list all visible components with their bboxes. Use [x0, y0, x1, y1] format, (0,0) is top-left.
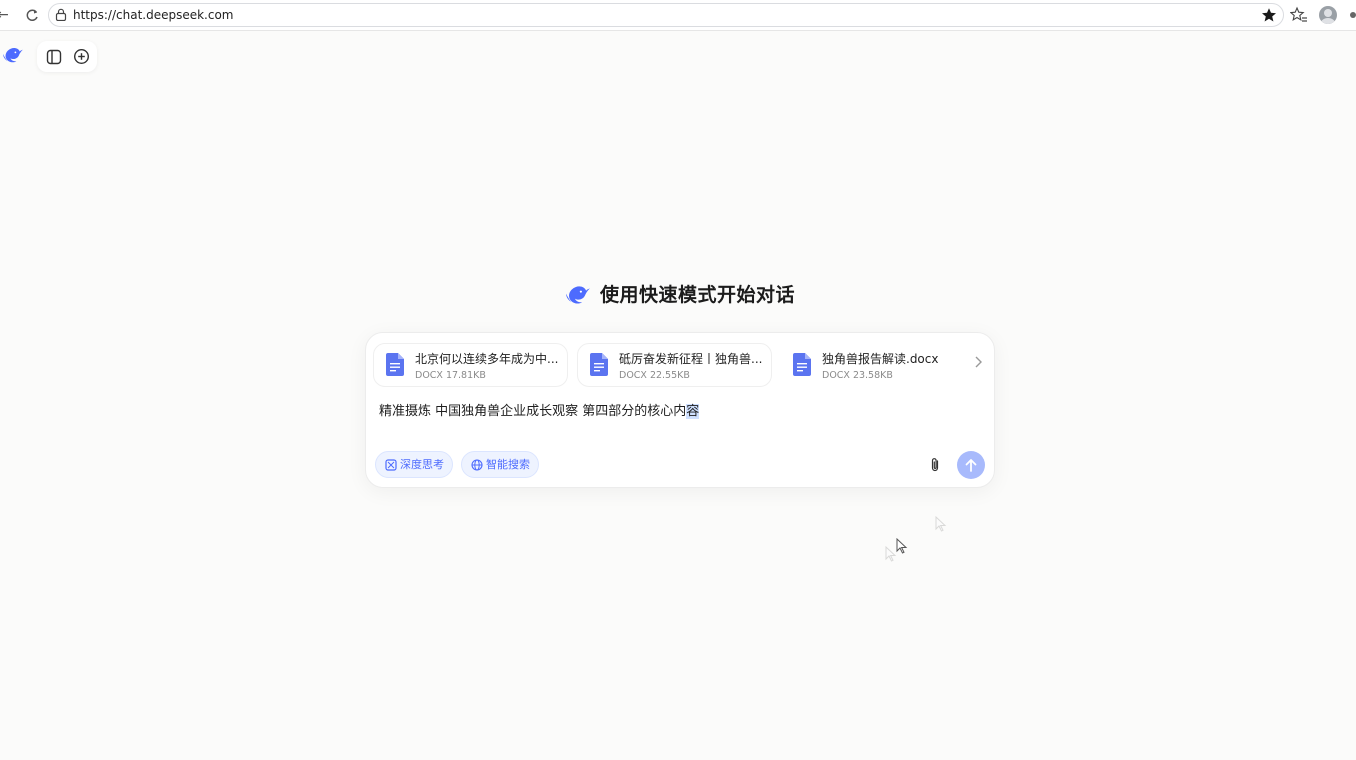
- browser-menu-icon[interactable]: [1350, 12, 1356, 18]
- lock-icon[interactable]: [55, 8, 67, 21]
- attachment-name: 砥厉奋发新征程丨独角兽...: [619, 352, 763, 366]
- docx-file-icon: [590, 353, 608, 376]
- chat-composer: 北京何以连续多年成为中... DOCX 17.81KB 砥厉奋发新征程丨独角兽.…: [365, 332, 995, 488]
- deep-think-label: 深度思考: [400, 458, 444, 471]
- reading-list-icon[interactable]: [1290, 6, 1308, 24]
- back-icon[interactable]: ←: [0, 8, 9, 22]
- web-search-label: 智能搜索: [486, 458, 530, 471]
- welcome-heading: 使用快速模式开始对话: [0, 280, 1356, 310]
- attachment-name: 独角兽报告解读.docx: [822, 352, 939, 366]
- send-button[interactable]: [957, 451, 985, 479]
- docx-file-icon: [386, 353, 404, 376]
- attachment-card[interactable]: 独角兽报告解读.docx DOCX 23.58KB: [780, 343, 975, 387]
- chevron-right-icon[interactable]: [972, 355, 984, 369]
- mouse-cursor-icon: [896, 538, 908, 554]
- prompt-text: 精准摄炼 中国独角兽企业成长观察 第四部分的核心内: [379, 404, 687, 419]
- profile-avatar[interactable]: [1319, 6, 1337, 24]
- page-title: 使用快速模式开始对话: [600, 284, 796, 306]
- web-search-button[interactable]: 智能搜索: [461, 451, 539, 478]
- sidebar-toggle-icon[interactable]: [46, 49, 62, 65]
- mouse-cursor-icon: [935, 516, 947, 532]
- new-chat-icon[interactable]: [73, 48, 90, 65]
- paperclip-icon[interactable]: [929, 457, 941, 473]
- deep-think-icon: [385, 459, 397, 471]
- bookmark-star-icon[interactable]: [1261, 7, 1277, 23]
- globe-icon: [471, 459, 483, 471]
- attachment-meta: DOCX 23.58KB: [822, 370, 893, 381]
- browser-toolbar: ← https://chat.deepseek.com: [0, 0, 1356, 31]
- attachment-name: 北京何以连续多年成为中...: [415, 352, 559, 366]
- mouse-cursor-icon: [885, 546, 897, 562]
- deepseek-whale-icon[interactable]: [2, 46, 24, 66]
- deep-think-button[interactable]: 深度思考: [375, 451, 453, 478]
- attachment-meta: DOCX 17.81KB: [415, 370, 486, 381]
- reload-icon[interactable]: [24, 7, 40, 23]
- docx-file-icon: [793, 353, 811, 376]
- deepseek-whale-icon: [566, 286, 590, 304]
- attachment-meta: DOCX 22.55KB: [619, 370, 690, 381]
- selected-text: 容: [686, 404, 700, 419]
- attachment-card[interactable]: 砥厉奋发新征程丨独角兽... DOCX 22.55KB: [577, 343, 772, 387]
- url-text[interactable]: https://chat.deepseek.com: [73, 7, 234, 23]
- prompt-input[interactable]: 精准摄炼 中国独角兽企业成长观察 第四部分的核心内容: [379, 403, 700, 421]
- attachment-card[interactable]: 北京何以连续多年成为中... DOCX 17.81KB: [373, 343, 568, 387]
- arrow-up-icon: [965, 459, 977, 472]
